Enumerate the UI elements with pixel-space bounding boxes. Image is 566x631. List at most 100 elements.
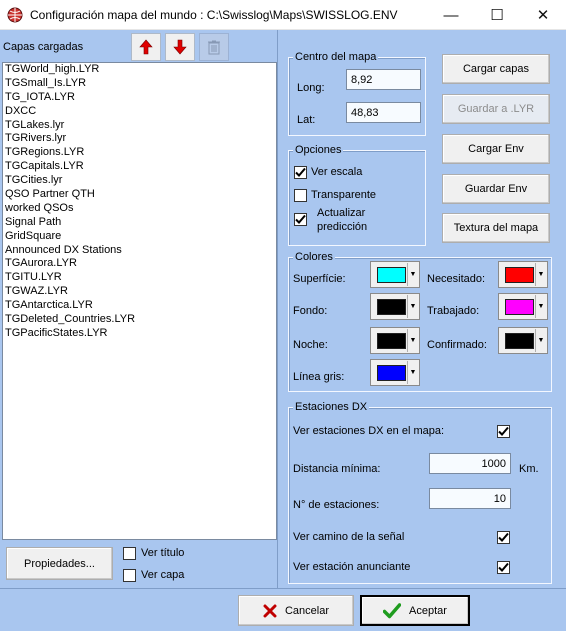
long-input[interactable]: 8,92 [346, 69, 421, 90]
num-stations-label: N° de estaciones: [293, 499, 380, 511]
show-title-checkbox[interactable] [123, 547, 136, 560]
update-prediction-checkbox[interactable] [294, 213, 307, 226]
arrow-up-icon [139, 39, 153, 55]
show-title-label: Ver título [141, 547, 185, 559]
list-item[interactable]: TGAurora.LYR [3, 257, 276, 271]
chevron-down-icon: ▼ [535, 263, 546, 286]
layers-panel: Capas cargadas TGWorld_high.LYR TGSmall_I… [0, 30, 278, 588]
confirmed-color-picker[interactable]: ▼ [498, 327, 548, 354]
needed-label: Necesitado: [427, 273, 486, 285]
list-item[interactable]: worked QSOs [3, 202, 276, 216]
needed-color-picker[interactable]: ▼ [498, 261, 548, 288]
trash-icon [208, 40, 220, 55]
gray-line-color-picker[interactable]: ▼ [370, 359, 420, 386]
needed-swatch [505, 267, 534, 283]
list-item[interactable]: TGWorld_high.LYR [3, 63, 276, 77]
list-item[interactable]: Announced DX Stations [3, 244, 276, 258]
load-env-button[interactable]: Cargar Env [442, 134, 550, 164]
move-up-button[interactable] [131, 33, 161, 61]
distance-unit: Km. [519, 463, 539, 475]
layer-properties-area: Propiedades... Ver título Ver capa [0, 540, 278, 588]
num-stations-input[interactable]: 10 [429, 488, 511, 509]
accept-button[interactable]: Aceptar [360, 595, 470, 626]
update-prediction-label-2: predicción [317, 221, 368, 233]
check-icon [383, 602, 402, 618]
list-item[interactable]: TGLakes.lyr [3, 119, 276, 133]
show-dx-label: Ver estaciones DX en el mapa: [293, 425, 445, 437]
list-item[interactable]: TGCapitals.LYR [3, 160, 276, 174]
list-item[interactable]: QSO Partner QTH [3, 188, 276, 202]
list-item[interactable]: Signal Path [3, 216, 276, 230]
list-item[interactable]: TGDeleted_Countries.LYR [3, 313, 276, 327]
show-scale-checkbox[interactable] [294, 166, 307, 179]
announcing-station-checkbox[interactable] [497, 561, 510, 574]
check-icon [498, 426, 509, 436]
surface-label: Superfície: [293, 273, 346, 285]
long-label: Long: [297, 82, 325, 94]
minimize-button[interactable]: — [428, 0, 474, 30]
list-item[interactable]: DXCC [3, 105, 276, 119]
list-item[interactable]: TGCities.lyr [3, 174, 276, 188]
save-env-button[interactable]: Guardar Env [442, 174, 550, 204]
chevron-down-icon: ▼ [535, 295, 546, 318]
background-label: Fondo: [293, 305, 328, 317]
surface-color-picker[interactable]: ▼ [370, 261, 420, 288]
list-item[interactable]: TGRivers.lyr [3, 132, 276, 146]
show-scale-label: Ver escala [311, 166, 363, 178]
layers-list[interactable]: TGWorld_high.LYR TGSmall_Is.LYR TG_IOTA.LY… [2, 62, 277, 540]
worked-color-picker[interactable]: ▼ [498, 293, 548, 320]
signal-path-checkbox[interactable] [497, 531, 510, 544]
colors-group: Colores Superfície: ▼ Necesitado: ▼ Fond… [288, 251, 552, 392]
globe-icon [7, 7, 23, 23]
show-layer-label: Ver capa [141, 569, 185, 581]
close-icon [263, 604, 277, 617]
delete-layer-button[interactable] [199, 33, 229, 61]
gray-line-swatch [377, 365, 406, 381]
map-texture-button[interactable]: Textura del mapa [442, 213, 550, 243]
dialog-footer: Cancelar Aceptar [0, 588, 566, 631]
min-distance-input[interactable]: 1000 [429, 453, 511, 474]
gray-line-label: Línea gris: [293, 371, 345, 383]
list-item[interactable]: TG_IOTA.LYR [3, 91, 276, 105]
transparent-checkbox[interactable] [294, 189, 307, 202]
properties-button[interactable]: Propiedades... [6, 547, 113, 580]
title-bar: Configuración mapa del mundo : C:\Swissl… [0, 0, 566, 30]
list-item[interactable]: TGPacificStates.LYR [3, 327, 276, 341]
list-item[interactable]: TGITU.LYR [3, 271, 276, 285]
maximize-button[interactable]: ☐ [474, 0, 520, 30]
arrow-down-icon [173, 39, 187, 55]
lat-label: Lat: [297, 114, 316, 126]
min-distance-label: Distancia mínima: [293, 463, 381, 475]
list-item[interactable]: TGSmall_Is.LYR [3, 77, 276, 91]
dx-stations-title: Estaciones DX [293, 401, 370, 413]
chevron-down-icon: ▼ [407, 263, 418, 286]
dialog-body: Capas cargadas TGWorld_high.LYR TGSmall_I… [0, 30, 566, 631]
list-item[interactable]: GridSquare [3, 230, 276, 244]
list-item[interactable]: TGRegions.LYR [3, 146, 276, 160]
save-lyr-button[interactable]: Guardar a .LYR [442, 94, 550, 124]
background-color-picker[interactable]: ▼ [370, 293, 420, 320]
signal-path-label: Ver camino de la señal [293, 531, 405, 543]
window-title: Configuración mapa del mundo : C:\Swissl… [30, 8, 398, 22]
chevron-down-icon: ▼ [407, 295, 418, 318]
cancel-button[interactable]: Cancelar [238, 595, 354, 626]
close-button[interactable]: ✕ [520, 0, 566, 30]
options-group: Opciones Ver escala Transparente Actuali… [288, 144, 426, 246]
check-icon [498, 562, 509, 572]
worked-swatch [505, 299, 534, 315]
load-layers-button[interactable]: Cargar capas [442, 54, 550, 84]
confirmed-swatch [505, 333, 534, 349]
map-center-group: Centro del mapa Long: 8,92 Lat: 48,83 [288, 51, 426, 136]
colors-title: Colores [293, 251, 335, 263]
list-item[interactable]: TGWAZ.LYR [3, 285, 276, 299]
list-item[interactable]: TGAntarctica.LYR [3, 299, 276, 313]
lat-input[interactable]: 48,83 [346, 102, 421, 123]
night-color-picker[interactable]: ▼ [370, 327, 420, 354]
check-icon [498, 532, 509, 542]
move-down-button[interactable] [165, 33, 195, 61]
background-swatch [377, 299, 406, 315]
show-layer-checkbox[interactable] [123, 569, 136, 582]
surface-swatch [377, 267, 406, 283]
show-dx-checkbox[interactable] [497, 425, 510, 438]
chevron-down-icon: ▼ [407, 329, 418, 352]
